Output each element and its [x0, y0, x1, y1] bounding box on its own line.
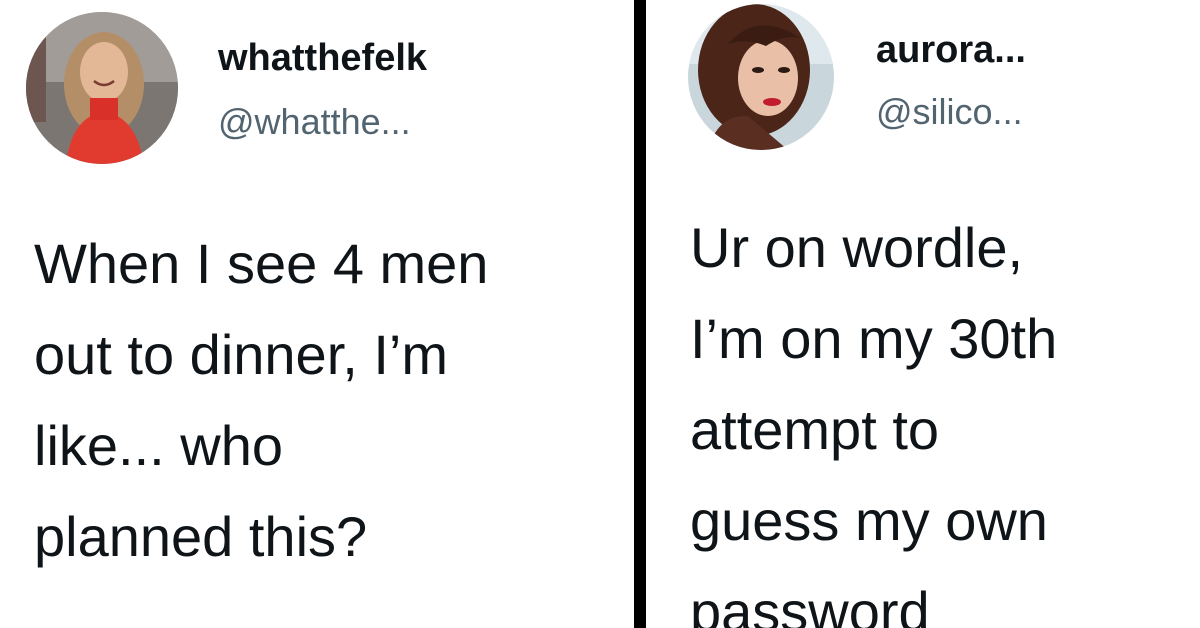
tweet-text-line: like... who — [34, 414, 283, 477]
tweet-text-line: planned this? — [34, 505, 368, 568]
tweet-card-right: aurora... @silico... Ur on wordle, I’m o… — [646, 0, 1200, 628]
display-name[interactable]: aurora... — [876, 28, 1026, 72]
profile-photo-icon — [688, 4, 834, 150]
avatar[interactable] — [26, 12, 178, 164]
tweet-text: Ur on wordle, I’m on my 30th attempt to … — [690, 202, 1057, 628]
tweet-text-line: guess my own — [690, 489, 1048, 552]
display-name[interactable]: whatthefelk — [218, 36, 427, 80]
tweet-text-line: password — [690, 580, 930, 628]
avatar[interactable] — [688, 4, 834, 150]
profile-photo-icon — [26, 12, 178, 164]
user-handle[interactable]: @silico... — [876, 91, 1023, 133]
user-handle[interactable]: @whatthe... — [218, 101, 411, 143]
tweet-text-line: When I see 4 men — [34, 232, 489, 295]
tweet-text-line: attempt to — [690, 398, 940, 461]
tweet-text-line: Ur on wordle, — [690, 216, 1024, 279]
tweet-text-line: out to dinner, I’m — [34, 323, 449, 386]
tweet-card-left: whatthefelk @whatthe... When I see 4 men… — [0, 0, 634, 628]
tweet-text: When I see 4 men out to dinner, I’m like… — [34, 218, 488, 582]
tweet-text-line: I’m on my 30th — [690, 307, 1058, 370]
panel-divider — [634, 0, 646, 628]
